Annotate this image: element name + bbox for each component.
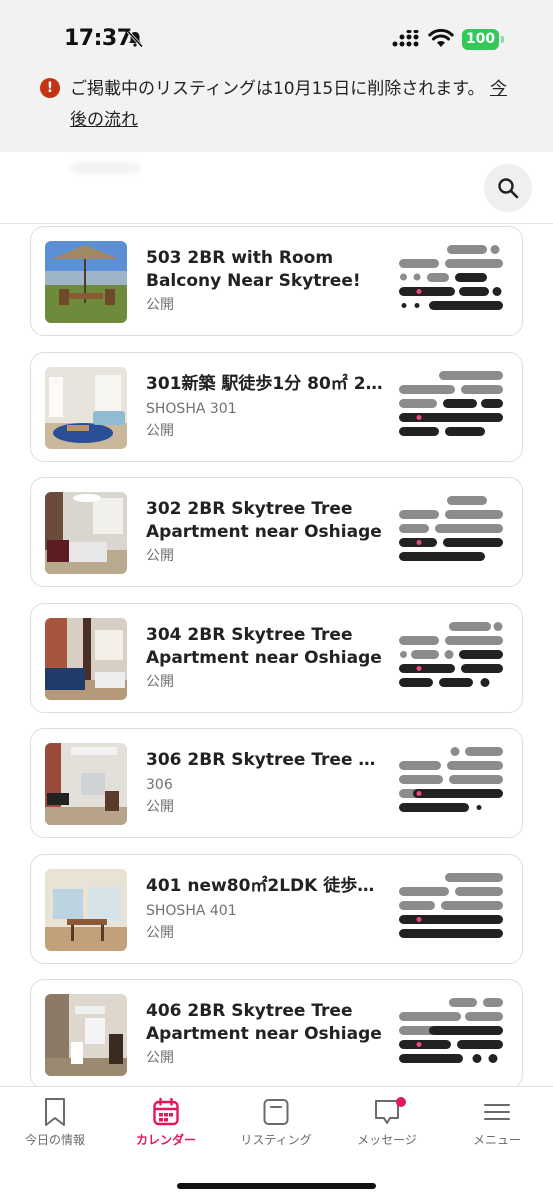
listing-thumbnail [45,492,127,574]
listing-icon [263,1099,289,1125]
wifi-icon [428,28,454,47]
listing-card[interactable]: 406 2BR Skytree Tree Apartment near Oshi… [30,979,523,1086]
nav-item-messages[interactable]: メッセージ [332,1097,442,1159]
redacted-info [399,622,503,687]
bell-slash-icon [126,30,144,48]
search-button[interactable] [484,164,532,212]
listing-status: 公開 [146,925,174,941]
listing-status: 公開 [146,548,174,564]
listing-title: 401 new80㎡2LDK 徒歩1分... [146,876,386,896]
signal-icon [392,30,419,47]
home-indicator [177,1183,376,1189]
listing-card[interactable]: 302 2BR Skytree Tree Apartment near Oshi… [30,477,523,587]
menu-icon [484,1104,510,1120]
unread-badge [396,1097,406,1107]
listing-subtitle: 306 [146,777,173,793]
banner-text: ご掲載中のリスティングは10月15日に削除されます。 今後の流れ [70,74,520,136]
alert-icon: ! [40,78,60,98]
listing-title: 406 2BR Skytree Tree Apartment near Oshi… [146,1001,382,1044]
listing-title: 306 2BR Skytree Tree Apar... [146,750,386,770]
calendar-icon [153,1097,179,1126]
listing-card[interactable]: 503 2BR with Room Balcony Near Skytree! … [30,226,523,336]
listing-card[interactable]: 306 2BR Skytree Tree Apar... 306 公開 [30,728,523,838]
listing-status: 公開 [146,1050,174,1066]
listing-card[interactable]: 304 2BR Skytree Tree Apartment near Oshi… [30,603,523,713]
listing-title: 302 2BR Skytree Tree Apartment near Oshi… [146,499,382,542]
listing-title: 503 2BR with Room Balcony Near Skytree! [146,248,361,291]
listing-thumbnail [45,869,127,951]
listing-status: 公開 [146,674,174,690]
nav-item-today[interactable]: 今日の情報 [0,1097,110,1159]
listing-subtitle: SHOSHA 301 [146,401,237,417]
listing-thumbnail [45,994,127,1076]
listing-card[interactable]: 401 new80㎡2LDK 徒歩1分... SHOSHA 401 公開 [30,854,523,964]
nav-label: 今日の情報 [24,1133,85,1147]
redacted-info [399,998,503,1063]
listing-list: 503 2BR with Room Balcony Near Skytree! … [0,224,553,1086]
listing-card[interactable]: 301新築 駅徒歩1分 80㎡ 2L... SHOSHA 301 公開 [30,352,523,462]
listing-title: 301新築 駅徒歩1分 80㎡ 2L... [146,374,386,394]
nav-label: リスティング [240,1133,312,1147]
listing-thumbnail [45,743,127,825]
banner-message: ご掲載中のリスティングは10月15日に削除されます。 [70,79,485,99]
search-icon [498,178,519,199]
battery-level: 100 [462,29,499,50]
bookmark-icon [45,1098,65,1126]
listing-subtitle: SHOSHA 401 [146,903,237,919]
listing-thumbnail [45,241,127,323]
battery-icon: 100 [462,29,504,50]
status-bar: 17:37 100 [0,0,553,62]
app-screen: 17:37 100 ! ご掲載中のリスティングは10月15日に削除されます。 今… [0,0,553,1200]
nav-item-listings[interactable]: リスティング [221,1097,331,1159]
nav-item-calendar[interactable]: カレンダー [111,1097,221,1159]
listing-status: 公開 [146,423,174,439]
redacted-info [399,371,503,436]
nav-label: メニュー [472,1133,521,1147]
header [0,152,553,224]
notice-banner: ! ご掲載中のリスティングは10月15日に削除されます。 今後の流れ [0,62,553,152]
listing-title: 304 2BR Skytree Tree Apartment near Oshi… [146,625,382,668]
header-faded-title [70,162,140,174]
nav-label: カレンダー [135,1133,196,1147]
status-time: 17:37 [64,26,132,51]
listing-status: 公開 [146,799,174,815]
bottom-nav: 今日の情報 カレンダー リスティング メッセージ メニュー [0,1086,553,1200]
nav-item-menu[interactable]: メニュー [442,1097,552,1159]
listing-thumbnail [45,618,127,700]
listing-thumbnail [45,367,127,449]
redacted-info [399,747,503,812]
nav-label: メッセージ [357,1133,417,1147]
redacted-info [399,873,503,938]
listing-status: 公開 [146,297,174,313]
redacted-info [399,245,503,310]
redacted-info [399,496,503,561]
